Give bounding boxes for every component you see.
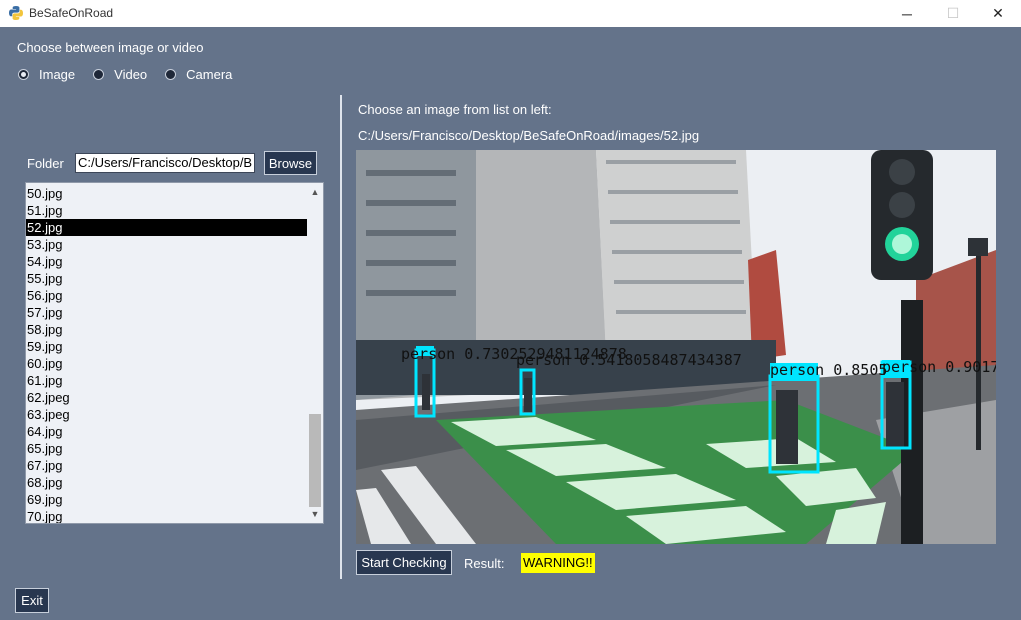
detection-label-4: person 0.9017755557 bbox=[882, 358, 996, 376]
minimize-button[interactable]: ─ bbox=[884, 0, 930, 27]
radio-image-label: Image bbox=[39, 67, 76, 82]
browse-button[interactable]: Browse bbox=[264, 151, 317, 175]
title-bar: BeSafeOnRoad ─ ☐ ✕ bbox=[0, 0, 1021, 27]
file-list-item[interactable]: 58.jpg bbox=[26, 321, 307, 338]
file-list-item[interactable]: 55.jpg bbox=[26, 270, 307, 287]
result-label: Result: bbox=[464, 556, 505, 571]
file-list-item[interactable]: 51.jpg bbox=[26, 202, 307, 219]
radio-camera-label: Camera bbox=[186, 67, 233, 82]
detection-label-2: person 0.5418058487434387 bbox=[516, 351, 742, 369]
start-checking-button[interactable]: Start Checking bbox=[356, 550, 452, 575]
file-list-item[interactable]: 60.jpg bbox=[26, 355, 307, 372]
exit-button[interactable]: Exit bbox=[15, 588, 49, 613]
file-list-item[interactable]: 57.jpg bbox=[26, 304, 307, 321]
radio-camera-dot[interactable] bbox=[165, 69, 177, 80]
file-list-item[interactable]: 54.jpg bbox=[26, 253, 307, 270]
mode-prompt: Choose between image or video bbox=[17, 40, 204, 55]
file-listbox[interactable]: 50.jpg 51.jpg 52.jpg 53.jpg 54.jpg 55.jpg 56.j… bbox=[25, 182, 324, 524]
scroll-down-icon[interactable]: ▼ bbox=[310, 508, 320, 520]
panel-divider bbox=[340, 95, 342, 579]
file-list-item[interactable]: 52.jpg bbox=[26, 219, 307, 236]
file-list-item[interactable]: 64.jpg bbox=[26, 423, 307, 440]
file-list-item[interactable]: 65.jpg bbox=[26, 440, 307, 457]
scroll-up-icon[interactable]: ▲ bbox=[310, 186, 320, 198]
folder-path-input[interactable]: C:/Users/Francisco/Desktop/B bbox=[75, 153, 255, 173]
radio-camera[interactable]: Camera bbox=[165, 67, 232, 82]
detection-label-3: person 0.8505 bbox=[770, 361, 888, 379]
scrollbar-thumb[interactable] bbox=[309, 414, 321, 507]
mode-radio-group: Image Video Camera bbox=[18, 67, 250, 82]
radio-video-dot[interactable] bbox=[93, 69, 105, 80]
image-path: C:/Users/Francisco/Desktop/BeSafeOnRoad/… bbox=[358, 128, 700, 143]
image-instruction: Choose an image from list on left: bbox=[358, 102, 552, 117]
file-list-item[interactable]: 68.jpg bbox=[26, 474, 307, 491]
python-app-icon bbox=[9, 6, 23, 20]
file-list-item[interactable]: 67.jpg bbox=[26, 457, 307, 474]
file-list-item[interactable]: 61.jpg bbox=[26, 372, 307, 389]
file-list-item[interactable]: 70.jpg bbox=[26, 508, 307, 523]
folder-label: Folder bbox=[27, 156, 64, 171]
file-list-item[interactable]: 50.jpg bbox=[26, 185, 307, 202]
file-list: 50.jpg 51.jpg 52.jpg 53.jpg 54.jpg 55.jpg 56.j… bbox=[26, 185, 307, 523]
radio-image[interactable]: Image bbox=[18, 67, 75, 82]
window-title: BeSafeOnRoad bbox=[29, 6, 114, 20]
file-list-item[interactable]: 62.jpeg bbox=[26, 389, 307, 406]
result-warning-badge: WARNING!! bbox=[521, 553, 595, 573]
maximize-button[interactable]: ☐ bbox=[930, 0, 976, 27]
radio-video[interactable]: Video bbox=[93, 67, 147, 82]
list-scrollbar[interactable]: ▲ ▼ bbox=[307, 183, 323, 523]
file-list-item[interactable]: 53.jpg bbox=[26, 236, 307, 253]
file-list-item[interactable]: 56.jpg bbox=[26, 287, 307, 304]
image-preview: person 0.7302529481124878 person 0.54180… bbox=[356, 150, 996, 544]
file-list-item[interactable]: 69.jpg bbox=[26, 491, 307, 508]
radio-image-dot[interactable] bbox=[18, 69, 29, 80]
file-list-item[interactable]: 63.jpeg bbox=[26, 406, 307, 423]
radio-video-label: Video bbox=[114, 67, 148, 82]
close-button[interactable]: ✕ bbox=[975, 0, 1021, 27]
file-list-item[interactable]: 59.jpg bbox=[26, 338, 307, 355]
